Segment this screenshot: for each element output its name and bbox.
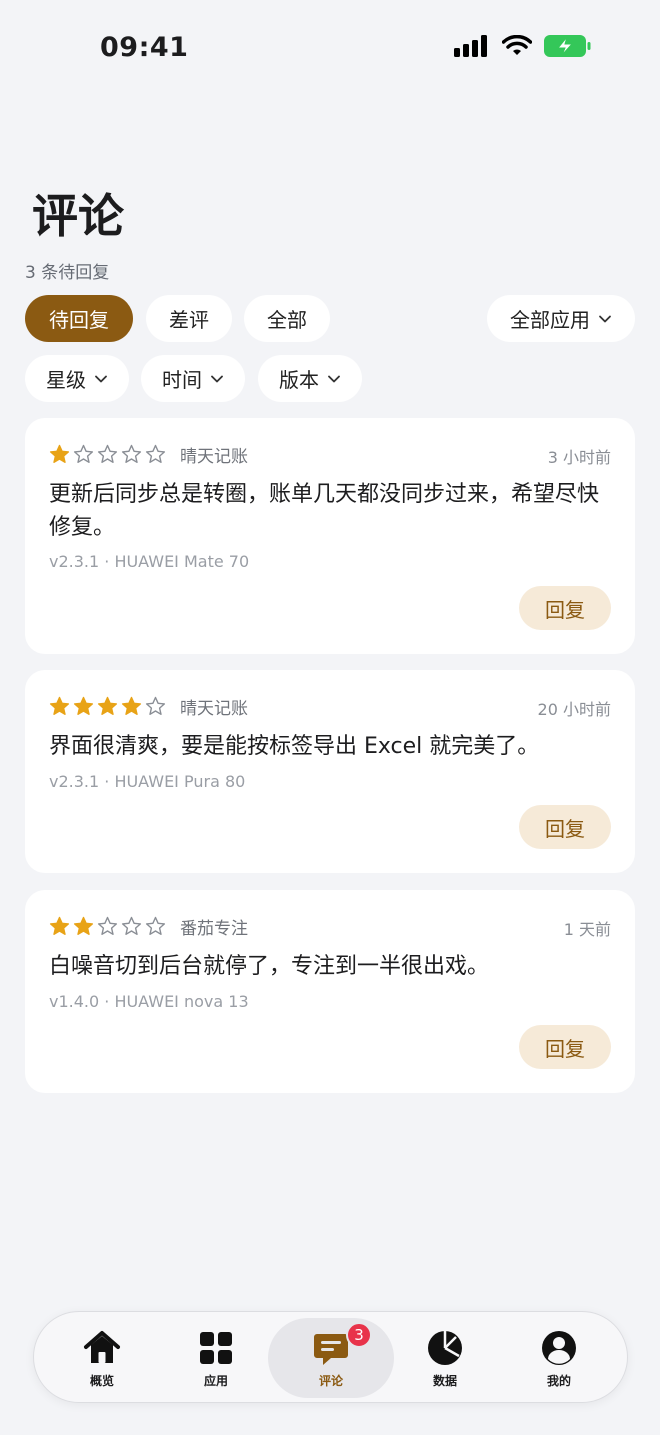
star-rating <box>49 444 166 465</box>
reply-button[interactable]: 回复 <box>519 805 611 849</box>
tab-label: 应用 <box>203 1373 228 1388</box>
grid-icon <box>200 1331 232 1364</box>
version-dropdown[interactable]: 版本 <box>258 355 362 402</box>
star-empty-icon <box>121 444 142 463</box>
star-empty-icon <box>145 696 166 715</box>
filter-tab-negative[interactable]: 差评 <box>146 295 232 342</box>
battery-charging-icon <box>544 35 591 57</box>
status-bar: 09:41 <box>0 0 660 98</box>
filter-tab-pending[interactable]: 待回复 <box>25 295 133 342</box>
reply-button[interactable]: 回复 <box>519 1025 611 1069</box>
tab-data[interactable]: 数据 <box>386 1312 504 1404</box>
star-rating <box>49 916 166 937</box>
review-app-name: 番茄专注 <box>180 919 248 939</box>
star-empty-icon <box>97 444 118 463</box>
tab-overview[interactable]: 概览 <box>43 1312 161 1404</box>
star-empty-icon <box>145 444 166 463</box>
status-icons <box>454 34 592 58</box>
review-text: 更新后同步总是转圈，账单几天都没同步过来，希望尽快修复。 <box>49 482 600 540</box>
star-filled-icon <box>121 696 142 715</box>
star-rating <box>49 696 166 717</box>
pie-chart-icon <box>428 1330 462 1365</box>
comment-icon <box>314 1333 348 1365</box>
app-select-label: 全部应用 <box>510 308 590 332</box>
star-filled-icon <box>97 696 118 715</box>
review-card: 番茄专注 1 天前 白噪音切到后台就停了，专注到一半很出戏。 v1.4.0 · … <box>25 890 635 1093</box>
review-time: 3 小时前 <box>547 448 611 467</box>
dropdown-label: 时间 <box>162 368 202 392</box>
filter-tab-label: 差评 <box>169 308 209 332</box>
review-card: 晴天记账 3 小时前 更新后同步总是转圈，账单几天都没同步过来，希望尽快修复。 … <box>25 418 635 654</box>
review-card: 晴天记账 20 小时前 界面很清爽，要是能按标签导出 Excel 就完美了。 v… <box>25 670 635 873</box>
wifi-icon <box>502 35 532 55</box>
star-empty-icon <box>97 916 118 935</box>
star-filled-icon <box>49 444 70 463</box>
user-icon <box>542 1330 576 1365</box>
chevron-down-icon <box>211 375 223 382</box>
home-icon <box>84 1330 120 1363</box>
review-text: 白噪音切到后台就停了，专注到一半很出戏。 <box>49 954 490 979</box>
review-header: 晴天记账 <box>49 442 248 467</box>
review-meta: v2.3.1 · HUAWEI Pura 80 <box>49 772 246 791</box>
star-filled-icon <box>73 696 94 715</box>
star-empty-icon <box>73 444 94 463</box>
bottom-tab-bar: 概览 应用 评论 3 数据 我的 <box>33 1311 628 1403</box>
app-select-dropdown[interactable]: 全部应用 <box>487 295 635 342</box>
tab-apps[interactable]: 应用 <box>157 1312 275 1404</box>
review-header: 晴天记账 <box>49 694 248 719</box>
notification-badge: 3 <box>346 1322 372 1348</box>
review-time: 1 天前 <box>563 920 611 939</box>
tab-label: 数据 <box>432 1373 457 1388</box>
review-meta: v1.4.0 · HUAWEI nova 13 <box>49 992 249 1011</box>
star-empty-icon <box>121 916 142 935</box>
tab-profile[interactable]: 我的 <box>500 1312 618 1404</box>
tab-reviews[interactable]: 评论 3 <box>268 1318 394 1398</box>
review-app-name: 晴天记账 <box>180 447 248 467</box>
tab-label: 概览 <box>89 1373 114 1388</box>
star-filled-icon <box>73 916 94 935</box>
chevron-down-icon <box>328 375 340 382</box>
chevron-down-icon <box>599 315 611 322</box>
filter-tab-label: 全部 <box>267 308 307 332</box>
rating-dropdown[interactable]: 星级 <box>25 355 129 402</box>
star-filled-icon <box>49 696 70 715</box>
star-filled-icon <box>49 916 70 935</box>
review-meta: v2.3.1 · HUAWEI Mate 70 <box>49 552 250 571</box>
page-title: 评论 <box>32 189 124 243</box>
status-time: 09:41 <box>100 32 189 63</box>
dropdown-label: 版本 <box>279 368 319 392</box>
review-app-name: 晴天记账 <box>180 699 248 719</box>
reply-button[interactable]: 回复 <box>519 586 611 630</box>
tab-label: 我的 <box>546 1373 571 1388</box>
review-text: 界面很清爽，要是能按标签导出 Excel 就完美了。 <box>49 734 540 759</box>
tab-label: 评论 <box>318 1373 343 1388</box>
filter-tab-label: 待回复 <box>49 308 109 332</box>
star-empty-icon <box>145 916 166 935</box>
chevron-down-icon <box>95 375 107 382</box>
review-time: 20 小时前 <box>537 700 611 719</box>
dropdown-label: 星级 <box>46 368 86 392</box>
signal-icon <box>454 35 487 57</box>
pending-count: 3 条待回复 <box>25 263 110 283</box>
review-header: 番茄专注 <box>49 914 248 939</box>
time-dropdown[interactable]: 时间 <box>141 355 245 402</box>
filter-tab-all[interactable]: 全部 <box>244 295 330 342</box>
